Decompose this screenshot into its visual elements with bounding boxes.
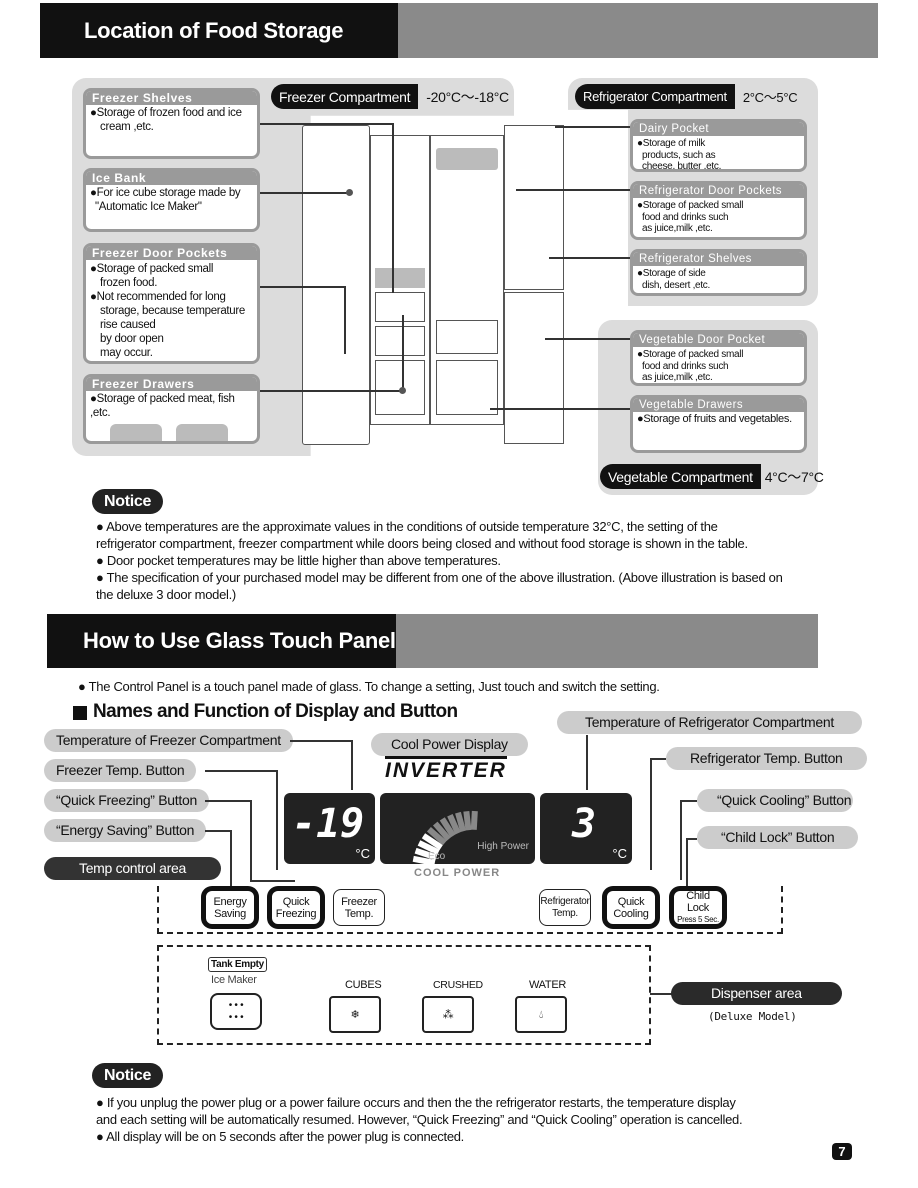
cool-power-display: Eco High Power (380, 793, 535, 872)
crushed-ice-icon: ⁂ (442, 1008, 454, 1021)
callout-cool-power-display: Cool Power Display (371, 733, 528, 756)
card-refrigerator-shelves: Refrigerator Shelves ●Storage of side dis… (630, 249, 807, 296)
section-title: How to Use Glass Touch Panel (47, 614, 396, 668)
refrigerator-compartment-label: Refrigerator Compartment 2°C～5°C (575, 84, 805, 109)
card-vegetable-drawers: Vegetable Drawers ●Storage of fruits and … (630, 395, 807, 453)
callout-child-lock-button: “Child Lock” Button (697, 826, 859, 849)
callout-freezer-temp-button: Freezer Temp. Button (44, 759, 197, 782)
refrigerator-temperature-display: 3 °C (540, 793, 632, 864)
card-freezer-drawers: Freezer Drawers ●Storage of packed meat, … (83, 374, 260, 444)
tank-empty-indicator: Tank Empty (208, 957, 267, 972)
quick-cooling-button[interactable]: Quick Cooling (605, 889, 657, 926)
cool-power-bars (411, 810, 478, 872)
callout-quick-cooling-button: “Quick Cooling” Button (697, 789, 854, 812)
freezer-temperature-display: -19 °C (284, 793, 375, 864)
cool-power-bar (463, 810, 472, 831)
card-vegetable-door-pocket: Vegetable Door Pocket ●Storage of packed … (630, 330, 807, 386)
crushed-button[interactable]: ⁂ (422, 996, 474, 1033)
section-title: Location of Food Storage (40, 3, 398, 58)
dispenser-area-label: Dispenser area (671, 982, 842, 1005)
callout-energy-saving-button: “Energy Saving” Button (44, 819, 207, 842)
refrigerator-temp-button[interactable]: Refrigerator Temp. (539, 889, 591, 926)
page-number: 7 (832, 1143, 852, 1160)
notice-badge: Notice (92, 1063, 164, 1088)
temp-control-area-label: Temp control area (44, 857, 221, 880)
tray-icon (176, 424, 228, 441)
section-header-touch-panel: How to Use Glass Touch Panel (47, 614, 818, 668)
freezer-temp-button[interactable]: Freezer Temp. (333, 889, 385, 926)
callout-quick-freezing-button: “Quick Freezing” Button (44, 789, 209, 812)
freezer-compartment-label: Freezer Compartment -20°C～-18°C (271, 84, 517, 109)
energy-saving-button[interactable]: Energy Saving (204, 889, 256, 926)
cool-power-bar (470, 810, 478, 830)
callout-temp-refrigerator: Temperature of Refrigerator Compartment (557, 711, 862, 734)
card-ice-bank: Ice Bank ●For ice cube storage made by "A… (83, 168, 260, 232)
cubes-button[interactable]: ❄ (329, 996, 381, 1033)
ice-cubes-icon: ❄ (350, 1008, 360, 1021)
ice-maker-button[interactable]: • • • • • • (210, 993, 262, 1030)
card-refrigerator-door-pockets: Refrigerator Door Pockets ●Storage of pac… (630, 181, 807, 240)
callout-refrigerator-temp-button: Refrigerator Temp. Button (666, 747, 867, 770)
quick-freezing-button[interactable]: Quick Freezing (270, 889, 322, 926)
tray-icon (110, 424, 162, 441)
cool-power-label: COOL POWER (414, 867, 501, 879)
child-lock-button[interactable]: Child Lock Press 5 Sec. (672, 889, 724, 926)
card-dairy-pocket: Dairy Pocket ●Storage of milk products, s… (630, 119, 807, 172)
water-drop-icon: 💧︎ (538, 1008, 544, 1021)
callout-temp-freezer: Temperature of Freezer Compartment (44, 729, 293, 752)
inverter-logo: INVERTER (385, 756, 507, 783)
water-button[interactable]: 💧︎ (515, 996, 567, 1033)
card-freezer-door-pockets: Freezer Door Pockets ●Storage of packed … (83, 243, 260, 364)
card-freezer-shelves: Freezer Shelves ●Storage of frozen food a… (83, 88, 260, 159)
vegetable-compartment-label: Vegetable Compartment 4°C～7°C (600, 464, 828, 489)
square-bullet-icon (73, 706, 87, 720)
section-header-food-storage: Location of Food Storage (40, 3, 878, 58)
notice-badge: Notice (92, 489, 164, 514)
